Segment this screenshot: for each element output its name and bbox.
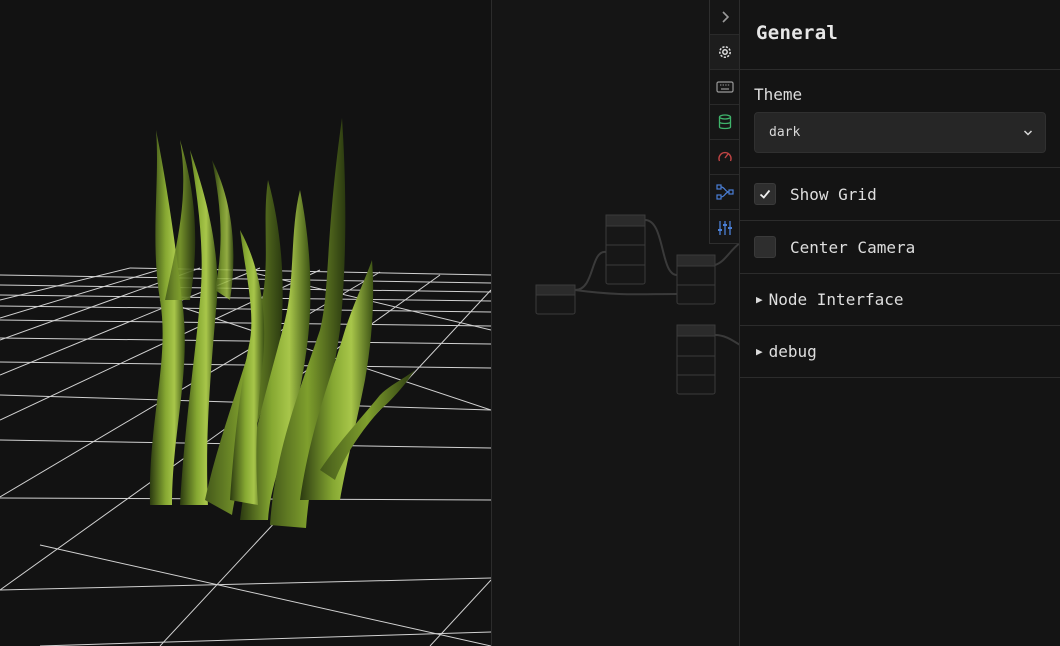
debug-label: debug [768,342,817,361]
3d-viewport[interactable] [0,0,491,646]
node-d [676,324,716,395]
theme-select[interactable]: dark [754,112,1046,153]
settings-tool-button[interactable] [710,35,739,70]
settings-sliders-tool-button[interactable] [710,210,739,245]
side-toolbar [709,0,739,244]
database-icon [718,114,731,130]
disclosure-triangle-icon: ▶ [756,293,763,306]
viewport-scene [0,118,491,646]
show-grid-row[interactable]: Show Grid [740,168,1060,221]
checkmark-icon [759,189,771,199]
panel-header: General [740,0,1060,70]
node-b [605,214,646,285]
node-c [676,254,716,305]
show-grid-checkbox[interactable] [754,183,776,205]
theme-label: Theme [754,85,803,104]
node-graph-icon [715,184,734,200]
graph-tool-button[interactable] [710,175,739,210]
settings-panel: General Theme dark Show Grid Center Came… [739,0,1060,646]
node-graph [535,214,739,395]
chevron-down-icon [1023,129,1033,136]
chevron-right-icon [721,11,729,23]
theme-section: Theme dark [740,70,1060,168]
gauge-icon [717,151,732,162]
debug-disclosure[interactable]: ▶ debug [740,326,1060,378]
node-interface-label: Node Interface [768,290,904,309]
center-camera-checkbox[interactable] [754,236,776,258]
theme-select-value: dark [769,125,801,140]
center-camera-row[interactable]: Center Camera [740,221,1060,274]
sliders-icon [717,220,732,235]
panel-title: General [756,22,839,44]
data-tool-button[interactable] [710,105,739,140]
keymap-tool-button[interactable] [710,70,739,105]
disclosure-triangle-icon: ▶ [756,345,763,358]
performance-tool-button[interactable] [710,140,739,175]
center-camera-label: Center Camera [790,237,916,257]
node-a [535,284,576,315]
gear-icon [718,46,731,58]
node-interface-disclosure[interactable]: ▶ Node Interface [740,274,1060,326]
collapse-toolbar-button[interactable] [710,0,739,35]
node-graph-canvas[interactable] [492,0,739,646]
keyboard-icon [715,81,734,93]
show-grid-label: Show Grid [790,184,877,204]
